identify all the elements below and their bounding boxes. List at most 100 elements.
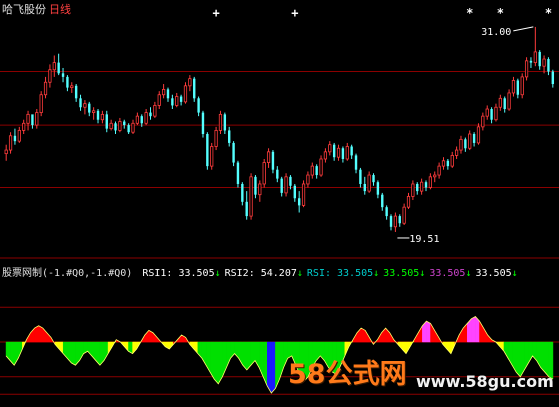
candle-body-81 (359, 169, 362, 184)
chart-canvas: + + * * * 31.00 19.51 (0, 6, 559, 395)
indicator-value-4: 33.505 (429, 268, 466, 279)
candle-body-25 (114, 123, 117, 131)
candle-body-120 (529, 60, 533, 63)
candle-body-91 (402, 206, 406, 224)
candle-body-124 (547, 59, 550, 72)
candle-body-123 (542, 58, 546, 67)
candle-body-79 (350, 146, 353, 156)
candle-body-47 (210, 146, 214, 167)
candle-body-45 (201, 112, 205, 134)
candle-body-93 (411, 183, 415, 197)
candle-body-72 (319, 158, 323, 176)
candle-body-117 (516, 80, 520, 95)
candle-body-43 (193, 78, 196, 99)
candle-body-101 (446, 160, 450, 167)
candle-body-20 (92, 110, 96, 113)
candle-body-30 (135, 115, 139, 124)
candle-body-14 (66, 76, 69, 88)
candle-body-73 (323, 151, 328, 160)
candle-body-107 (472, 134, 476, 143)
chart-header: 哈飞股份 日线 (2, 1, 71, 17)
candle-body-86 (381, 194, 384, 208)
watermark-brand: 58公式网 (288, 359, 407, 390)
candle-body-23 (105, 114, 108, 129)
indicator-band-15 (67, 341, 72, 364)
indicator-header: 股票网制(-1.#Q0,-1.#Q0) RSI1: 33.505↓ RSI2: 5… (2, 264, 518, 279)
indicator-arrow-2: ↓ (373, 268, 380, 279)
candle-body-58 (258, 183, 262, 196)
indicator-value-1: RSI2: 54.207 (224, 268, 297, 279)
candle-body-54 (241, 183, 244, 202)
candle-body-122 (538, 51, 541, 67)
candle-body-44 (197, 98, 200, 113)
indicator-band-51 (213, 341, 219, 385)
candle-body-111 (490, 109, 493, 120)
candle-body-95 (420, 181, 424, 192)
indicator-band-117 (483, 327, 488, 343)
candle-body-100 (441, 160, 446, 167)
indicator-value-2: RSI: 33.505 (306, 268, 374, 279)
indicator-band-121 (499, 341, 505, 352)
candle-body-26 (118, 121, 122, 131)
candle-body-6 (31, 114, 34, 126)
candle-body-35 (157, 94, 161, 106)
candle-body-108 (476, 126, 481, 144)
candle-body-78 (345, 146, 349, 160)
indicator-band-10 (46, 332, 52, 343)
signal-marker-2: * (466, 6, 473, 20)
candle-body-36 (162, 88, 166, 96)
indicator-band-111 (458, 327, 464, 343)
signal-marker-1: + (291, 6, 298, 20)
indicator-value-5: 33.505 (475, 268, 512, 279)
candle-body-28 (127, 125, 130, 133)
candle-body-0 (4, 149, 8, 155)
candle-body-84 (372, 175, 375, 183)
candle-body-13 (61, 73, 65, 77)
signal-marker-0: + (212, 6, 219, 20)
period-label: 日线 (49, 3, 71, 16)
candle-body-40 (179, 96, 183, 102)
candle-body-15 (70, 85, 74, 88)
candle-body-115 (507, 92, 511, 110)
candle-body-114 (503, 98, 506, 110)
candle-body-59 (262, 162, 266, 185)
indicator-band-103 (426, 320, 431, 343)
candle-body-39 (175, 96, 179, 106)
candle-body-32 (144, 112, 148, 124)
candle-body-24 (109, 122, 113, 130)
candle-body-98 (433, 174, 437, 178)
candle-body-67 (297, 198, 301, 206)
candle-body-92 (406, 196, 411, 208)
candle-body-53 (236, 162, 240, 184)
watermark-url: www.58gu.com (416, 372, 554, 391)
candle-body-125 (551, 71, 555, 85)
candle-body-12 (57, 62, 60, 74)
indicator-arrow-1: ↓ (296, 268, 303, 279)
signal-marker-4: * (545, 6, 552, 20)
candle-body-21 (96, 110, 100, 120)
candle-body-89 (393, 215, 397, 228)
candle-body-56 (249, 176, 253, 217)
candle-body-118 (520, 76, 524, 96)
indicator-arrow-3: ↓ (419, 268, 426, 279)
kline-chart-window: + + * * * 31.00 19.51 哈飞股份 日线 股票网制(-1.#Q0,-1.#Q… (0, 0, 559, 407)
candle-body-57 (254, 176, 257, 195)
candle-body-33 (149, 112, 152, 117)
candle-body-2 (13, 135, 17, 142)
candle-body-68 (301, 183, 306, 206)
candle-body-29 (131, 122, 135, 133)
candle-body-63 (280, 178, 283, 193)
candle-body-90 (398, 216, 401, 224)
candle-body-4 (22, 122, 26, 131)
signal-marker-3: * (497, 6, 504, 20)
high-pointer (513, 26, 534, 32)
candle-body-46 (206, 134, 209, 167)
candle-body-96 (424, 182, 428, 188)
candle-body-3 (17, 130, 21, 142)
candle-body-7 (35, 112, 39, 126)
candle-body-51 (228, 130, 231, 143)
candle-body-106 (468, 133, 472, 149)
high-label: 31.00 (481, 27, 511, 38)
indicator-band-64 (267, 341, 272, 394)
candle-body-66 (293, 185, 297, 199)
